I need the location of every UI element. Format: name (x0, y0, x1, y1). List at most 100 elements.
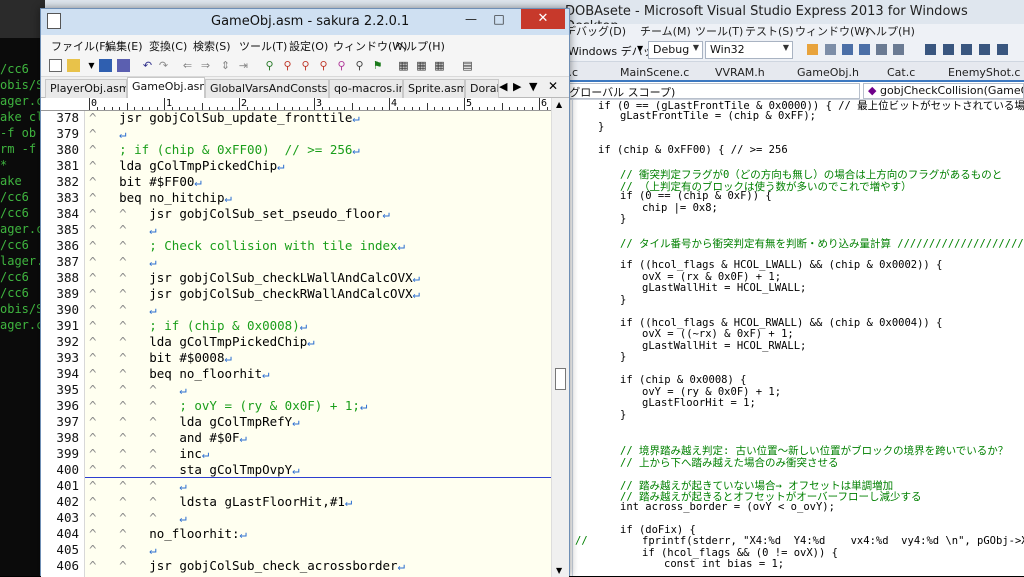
settings-icon[interactable]: ▤ (461, 59, 474, 72)
tag-jump-icon[interactable]: ⇥ (237, 59, 250, 72)
vs-tab[interactable]: VVRAM.h (715, 66, 765, 79)
indent-icon[interactable] (842, 44, 853, 55)
function-dropdown[interactable]: ◆ gobjCheckCollision(GameObj (863, 83, 1024, 99)
highlight-icon[interactable]: ⚲ (335, 59, 348, 72)
line-number: 385 (56, 222, 79, 237)
jump-icon[interactable]: ⇕ (219, 59, 232, 72)
newline-mark-icon: ↵ (352, 111, 360, 125)
back-icon[interactable]: ⇐ (181, 59, 194, 72)
uncomment-icon[interactable] (893, 44, 904, 55)
tab-close-icon[interactable]: ✕ (548, 79, 558, 93)
menu-file[interactable]: ファイル(F) (51, 38, 110, 54)
code-line: ^ ^ ^ lda gColTmpRefY↵ (89, 414, 300, 429)
comment-icon[interactable] (876, 44, 887, 55)
vs-menu-debug[interactable]: デバッグ(D) (565, 23, 626, 39)
code-line: ^ ^ jsr gobjColSub_check_acrossborder↵ (89, 558, 405, 573)
menu-search[interactable]: 検索(S) (193, 38, 231, 54)
save-all-icon[interactable] (117, 59, 130, 72)
tab-qo-macros[interactable]: qo-macros.inc (329, 79, 403, 98)
tab-marker: ^ (89, 158, 120, 173)
vs-tab[interactable]: EnemyShot.c (948, 66, 1020, 79)
config-combo[interactable]: Debug ▼ (648, 41, 703, 59)
menu-help[interactable]: ヘルプ(H) (395, 38, 445, 54)
minimize-button[interactable]: — (459, 10, 483, 28)
menu-convert[interactable]: 変換(C) (149, 38, 187, 54)
new-file-icon[interactable] (49, 59, 62, 72)
vs-tab[interactable]: Cat.c (887, 66, 915, 79)
ruler-tick (89, 98, 90, 110)
line-number: 405 (56, 542, 79, 557)
tab-playerobj[interactable]: PlayerObj.asm (45, 79, 127, 98)
bookmark-icon[interactable] (925, 44, 936, 55)
open-folder-icon[interactable] (67, 59, 80, 72)
vs-menu-team[interactable]: チーム(M) (640, 23, 691, 39)
debugger-dropdown-icon[interactable]: ▼ (637, 44, 643, 53)
redo-icon[interactable]: ↷ (157, 59, 170, 72)
vs-tab[interactable]: GameObj.h (797, 66, 859, 79)
menu-settings[interactable]: 設定(O) (289, 38, 328, 54)
scroll-down-icon[interactable]: ▼ (556, 566, 562, 575)
newline-mark-icon: ↵ (201, 446, 210, 461)
maximize-button[interactable]: □ (487, 10, 511, 28)
search-icon[interactable]: ⚲ (263, 59, 276, 72)
replace-icon[interactable]: ⚲ (317, 59, 330, 72)
tab-scroll-right-icon[interactable]: ▶ (513, 80, 521, 93)
compare-icon[interactable]: ▦ (397, 59, 410, 72)
tab-globalvars[interactable]: GlobalVarsAndConsts.inc (205, 79, 329, 98)
vs-tab[interactable]: MainScene.c (620, 66, 689, 79)
sakura-text-area[interactable]: 378 ^ jsr gobjColSub_update_fronttile↵ 379… (41, 111, 551, 577)
print-preview-icon[interactable]: ▦ (433, 59, 446, 72)
tab-gameobj[interactable]: GameObj.asm (127, 77, 205, 98)
menu-tools[interactable]: ツール(T) (239, 38, 287, 54)
tab-list-icon[interactable]: ▼ (529, 80, 537, 93)
next-bookmark-icon[interactable] (961, 44, 972, 55)
chevron-down-icon[interactable]: ▼ (85, 59, 98, 72)
tab-marker: ^ (89, 111, 120, 125)
vs-menu-window[interactable]: ウィンドウ(W) (795, 23, 869, 39)
newline-mark-icon: ↵ (149, 222, 157, 237)
search-prev-icon[interactable]: ⚲ (281, 59, 294, 72)
toggle-bookmark-icon[interactable] (997, 44, 1008, 55)
ruler-tick (366, 107, 368, 110)
outdent-icon[interactable] (859, 44, 870, 55)
outline-icon[interactable]: ▦ (415, 59, 428, 72)
clear-bookmark-icon[interactable] (979, 44, 990, 55)
list-icon[interactable] (825, 44, 836, 55)
ruler-tick (291, 107, 293, 110)
tab-marker: ^ ^ ^ (89, 446, 180, 461)
vs-menu-tools[interactable]: ツール(T) (695, 23, 743, 39)
vs-code-line: chip |= 0x8; (642, 201, 718, 214)
save-icon[interactable] (99, 59, 112, 72)
vs-menu-help[interactable]: ヘルプ(H) (865, 23, 915, 39)
menu-edit[interactable]: 編集(E) (105, 38, 143, 54)
tab-dora[interactable]: DoraR (465, 79, 499, 98)
platform-combo[interactable]: Win32 ▼ (705, 41, 793, 59)
bookmark-icon[interactable]: ⚑ (371, 59, 384, 72)
grep-icon[interactable]: ⚲ (353, 59, 366, 72)
line-number: 381 (56, 158, 79, 173)
prev-bookmark-icon[interactable] (943, 44, 954, 55)
vertical-scrollbar[interactable]: ▲ ▼ (551, 98, 569, 577)
code-line: ^ ^ jsr gobjColSub_checkLWallAndCalcOVX↵ (89, 270, 420, 285)
line-number: 401 (56, 478, 79, 493)
vs-menu-test[interactable]: テスト(S) (745, 23, 794, 39)
forward-icon[interactable]: ⇒ (199, 59, 212, 72)
scope-dropdown[interactable]: (グローバル スコープ) (560, 83, 860, 99)
scroll-up-icon[interactable]: ▲ (556, 100, 562, 109)
vs-code-line: gLastWallHit = HCOL_RWALL; (642, 339, 807, 352)
undo-icon[interactable]: ↶ (141, 59, 154, 72)
search-next-icon[interactable]: ⚲ (299, 59, 312, 72)
scroll-thumb[interactable] (555, 368, 566, 390)
tab-sprite[interactable]: Sprite.asm (403, 79, 465, 98)
find-icon[interactable] (807, 44, 818, 55)
tab-scroll-left-icon[interactable]: ◀ (499, 80, 507, 93)
tab-marker: ^ ^ (89, 222, 150, 237)
tab-marker: ^ ^ (89, 254, 150, 269)
close-button[interactable]: ✕ (521, 9, 565, 29)
line-number: 399 (56, 446, 79, 461)
ruler-tick (351, 103, 353, 110)
tab-marker: ^ ^ ^ (89, 462, 180, 477)
line-number: 378 (56, 111, 79, 125)
ruler-tick (276, 103, 278, 110)
ruler-tick (374, 107, 375, 110)
